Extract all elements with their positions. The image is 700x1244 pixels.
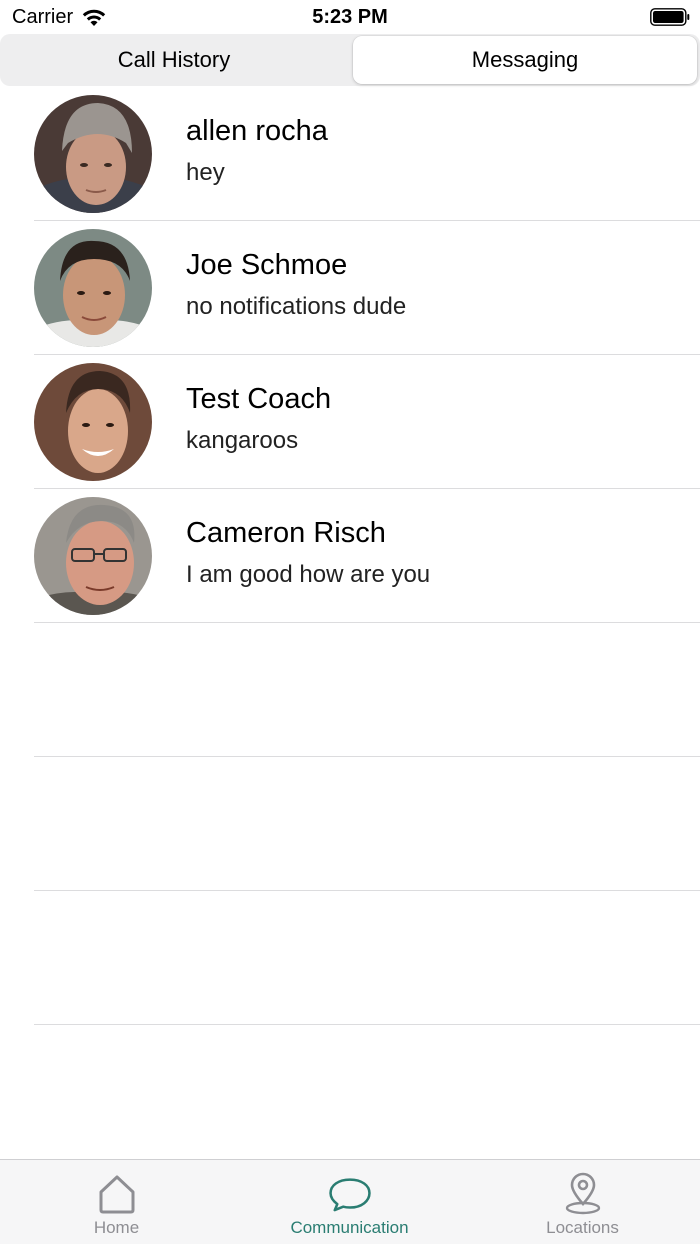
conversation-row[interactable]: allen rocha hey <box>34 87 700 221</box>
contact-name: Cameron Risch <box>186 517 386 549</box>
screen: Carrier 5:23 PM Call History Messaging a… <box>0 0 700 1244</box>
segment-call-history[interactable]: Call History <box>2 36 346 84</box>
tab-locations[interactable]: Locations <box>466 1160 699 1244</box>
battery-icon <box>650 8 690 26</box>
conversation-row[interactable]: Joe Schmoe no notifications dude <box>34 221 700 355</box>
tab-home[interactable]: Home <box>0 1160 233 1244</box>
location-pin-icon <box>565 1172 600 1215</box>
message-preview: kangaroos <box>186 427 299 454</box>
empty-row <box>34 757 700 891</box>
avatar <box>34 363 152 481</box>
segment-messaging[interactable]: Messaging <box>353 36 697 84</box>
avatar <box>34 95 152 213</box>
contact-name: Joe Schmoe <box>186 249 348 281</box>
avatar <box>34 229 152 347</box>
status-time: 5:23 PM <box>312 6 388 28</box>
empty-row <box>34 623 700 757</box>
conversation-row[interactable]: Cameron Risch I am good how are you <box>34 489 700 623</box>
message-preview: no notifications dude <box>186 293 407 320</box>
segment-label: Messaging <box>471 47 579 72</box>
conversation-row[interactable]: Test Coach kangaroos <box>34 355 700 489</box>
message-preview: hey <box>186 159 225 186</box>
home-icon <box>99 1175 134 1214</box>
chat-bubble-icon <box>328 1178 371 1212</box>
avatar <box>34 497 152 615</box>
status-bar: Carrier 5:23 PM <box>0 0 700 34</box>
contact-name: allen rocha <box>186 115 328 147</box>
tab-label: Communication <box>290 1218 409 1237</box>
message-preview: I am good how are you <box>186 561 431 588</box>
empty-row <box>34 891 700 1025</box>
segment-label: Call History <box>117 47 231 72</box>
tab-label: Locations <box>546 1218 619 1237</box>
segmented-control: Call History Messaging <box>0 34 700 86</box>
tab-bar: Home Communication Locations <box>0 1159 700 1244</box>
conversation-list: allen rocha hey Joe Schmoe no notificati… <box>0 87 700 1025</box>
contact-name: Test Coach <box>186 383 332 415</box>
tab-communication[interactable]: Communication <box>233 1160 466 1244</box>
tab-label: Home <box>93 1218 140 1237</box>
